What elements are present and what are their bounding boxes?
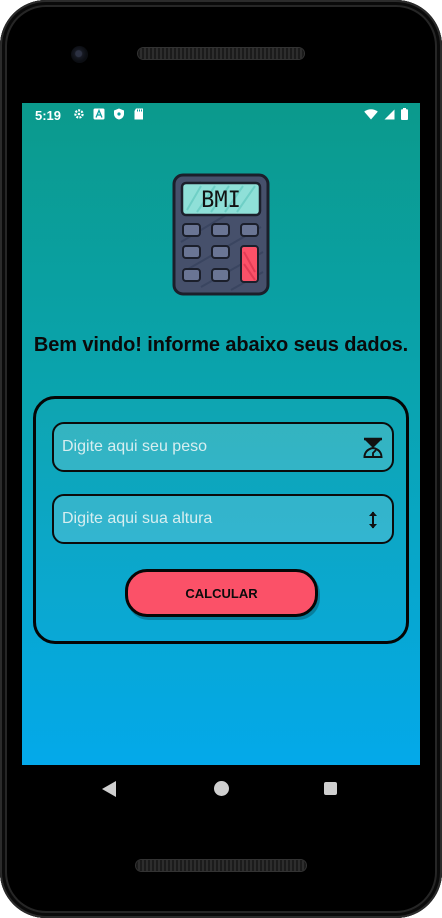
calculate-button[interactable]: CALCULAR	[125, 569, 318, 617]
settings-gear-icon	[73, 108, 85, 120]
shield-icon	[113, 108, 125, 120]
calculator-screen-text: BMI	[201, 188, 241, 213]
weight-input[interactable]	[60, 437, 350, 457]
height-input[interactable]	[60, 509, 350, 529]
top-speaker	[138, 48, 304, 59]
status-notification-icons	[73, 108, 145, 120]
phone-frame: 5:19 BMI Bem vindo! informe abaixo seus …	[0, 0, 442, 918]
welcome-title: Bem vindo! informe abaixo seus dados.	[33, 334, 409, 356]
android-nav-bar	[22, 765, 420, 813]
scale-icon	[362, 437, 384, 459]
wifi-icon	[364, 108, 378, 123]
bmi-calculator-logo: BMI	[171, 172, 271, 298]
status-time: 5:19	[35, 108, 62, 123]
vertical-arrows-icon	[362, 509, 384, 531]
recents-icon[interactable]	[324, 782, 337, 795]
bottom-speaker	[136, 860, 306, 871]
sd-card-icon	[133, 108, 145, 120]
app-screen: 5:19 BMI Bem vindo! informe abaixo seus …	[22, 103, 420, 765]
font-a-icon	[93, 108, 105, 120]
status-system-icons	[364, 108, 408, 123]
weight-field[interactable]	[52, 422, 394, 472]
height-field[interactable]	[52, 494, 394, 544]
front-camera	[71, 46, 88, 63]
status-bar: 5:19	[22, 103, 420, 127]
back-icon[interactable]	[102, 781, 116, 797]
home-icon[interactable]	[214, 781, 229, 796]
calculator-icon: BMI	[172, 173, 270, 296]
bmi-form-card: CALCULAR	[33, 396, 409, 644]
signal-icon	[384, 108, 395, 123]
battery-icon	[401, 108, 408, 123]
